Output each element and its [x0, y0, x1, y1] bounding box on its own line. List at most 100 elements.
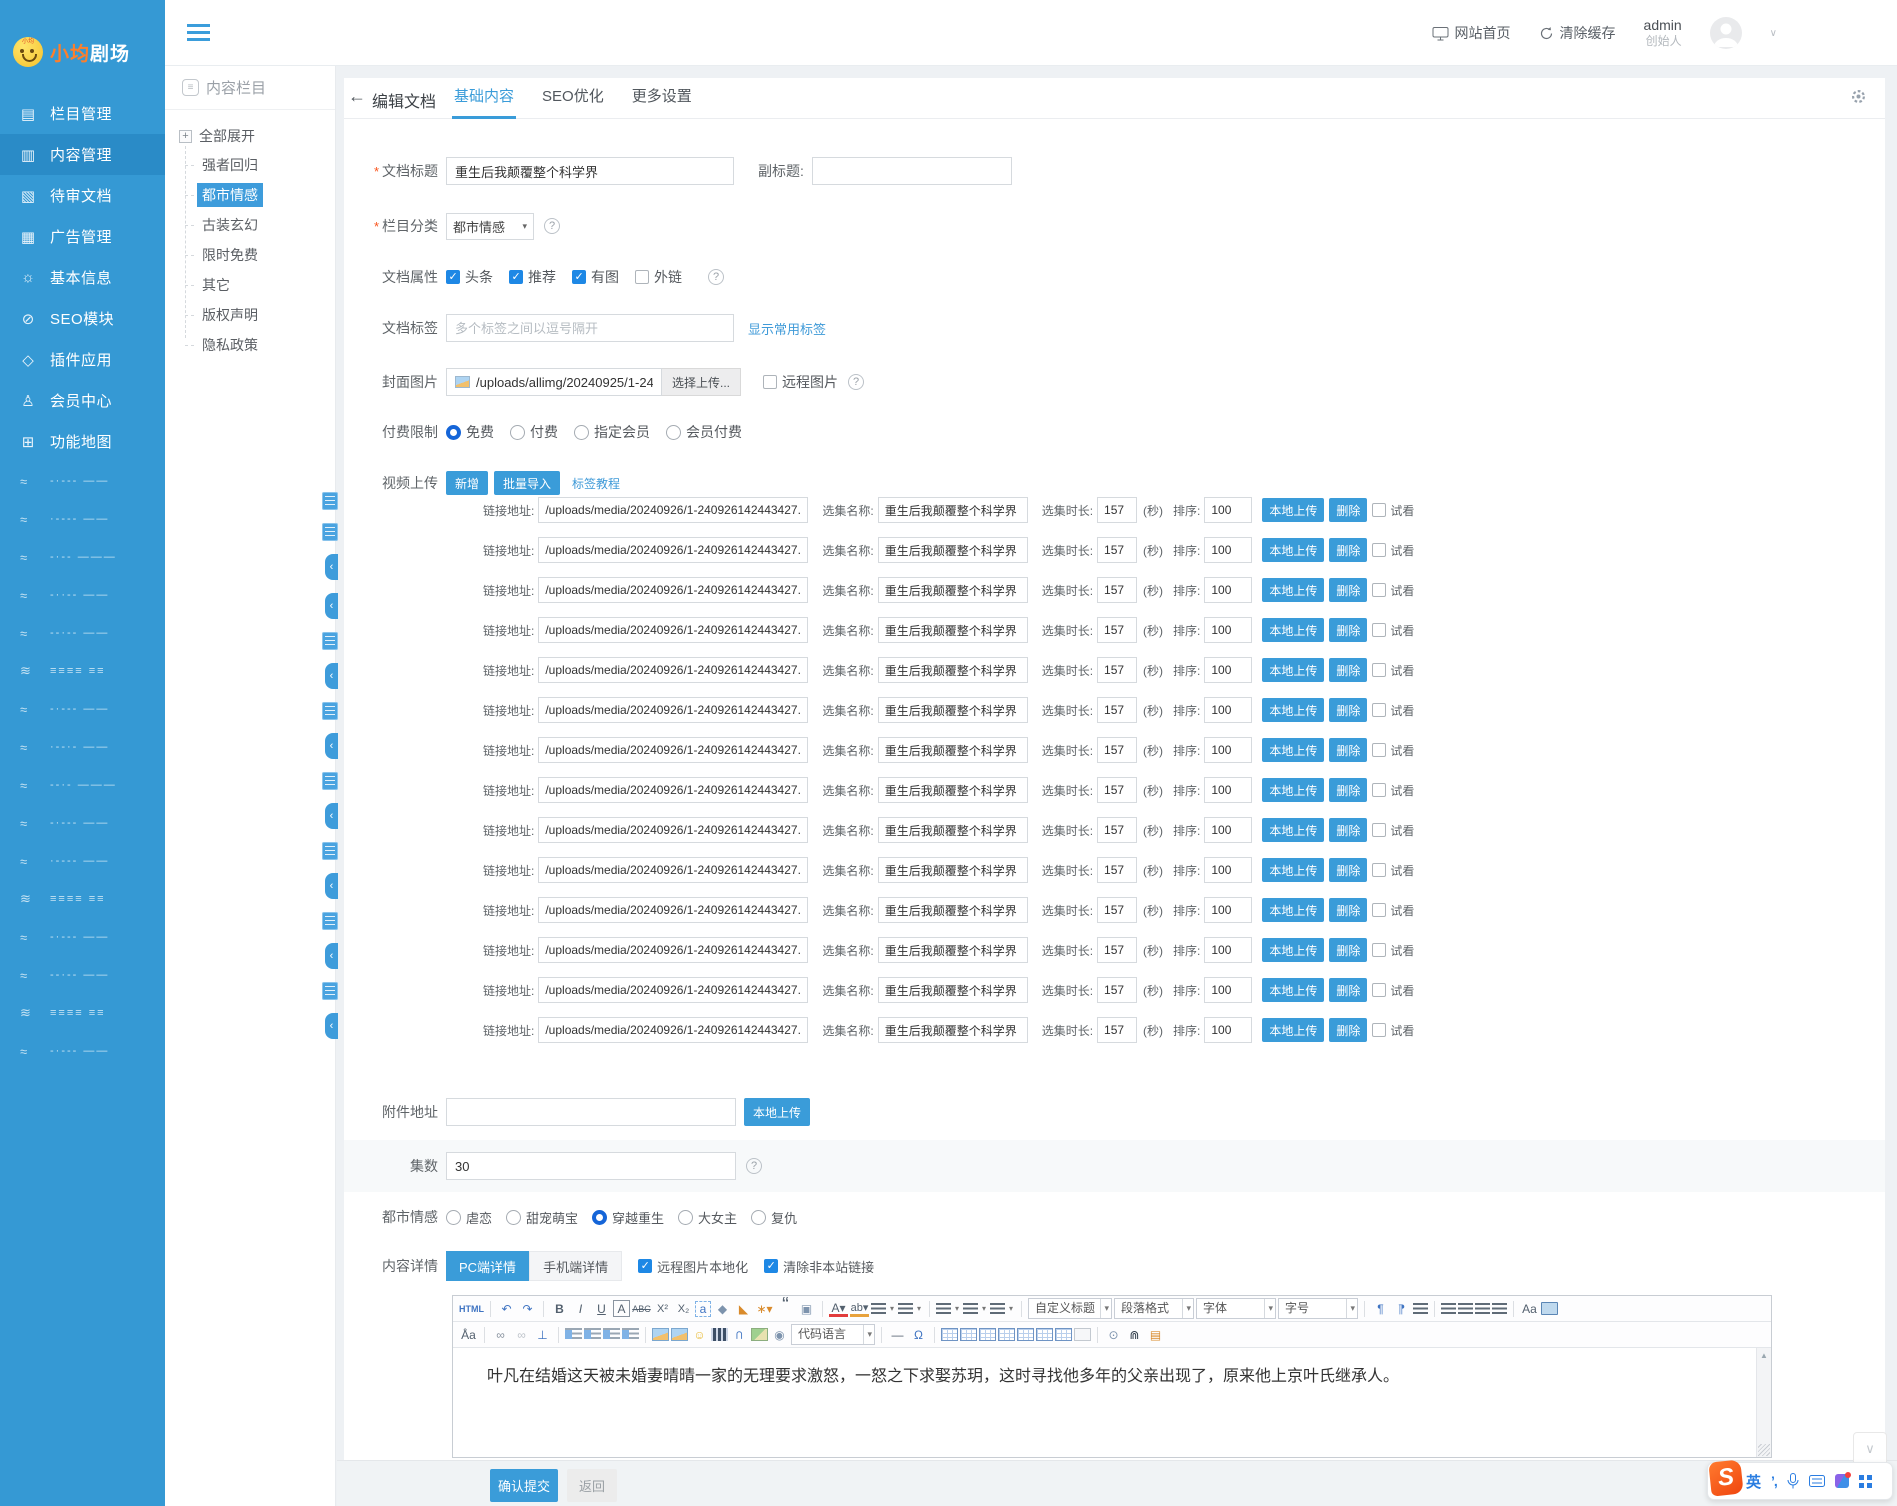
toolbar-button[interactable]: [484, 1327, 485, 1343]
ime-menu-grid-icon[interactable]: [1859, 1475, 1872, 1488]
category-tree-item[interactable]: 版权声明: [185, 300, 335, 330]
delete-button[interactable]: 删除: [1329, 498, 1367, 522]
toolbar-button[interactable]: ABC: [632, 1299, 651, 1319]
pay-radio[interactable]: 指定会员: [574, 422, 650, 442]
detail-tab[interactable]: PC端详情: [446, 1251, 529, 1281]
sort-field[interactable]: 100: [1204, 497, 1252, 523]
delete-button[interactable]: 删除: [1329, 1018, 1367, 1042]
toolbar-button[interactable]: [1055, 1328, 1072, 1341]
user-info[interactable]: admin 创始人: [1644, 17, 1682, 50]
toolbar-button[interactable]: [881, 1327, 882, 1343]
episode-duration-field[interactable]: 157: [1097, 1017, 1137, 1043]
local-upload-button[interactable]: 本地上传: [1262, 778, 1324, 802]
local-upload-button[interactable]: 本地上传: [1262, 658, 1324, 682]
toolbar-button[interactable]: [963, 1303, 978, 1314]
content-tab[interactable]: SEO优化: [528, 78, 618, 119]
sort-field[interactable]: 100: [1204, 697, 1252, 723]
remote-image-checkbox[interactable]: 远程图片: [763, 372, 838, 392]
sidebar-menu-item[interactable]: ▦ 广告管理: [0, 216, 165, 257]
toolbar-button[interactable]: [960, 1328, 977, 1341]
toolbar-button[interactable]: [490, 1301, 491, 1317]
episode-duration-field[interactable]: 157: [1097, 777, 1137, 803]
toolbar-button[interactable]: [1513, 1301, 1514, 1317]
attr-checkbox[interactable]: 头条: [446, 267, 493, 287]
editor-content-area[interactable]: 叶凡在结婚这天被未婚妻晴晴一家的无理要求激怒，一怒之下求娶苏玥，这时寻找他多年的…: [453, 1348, 1771, 1457]
sidebar-menu-item[interactable]: ⊞ 功能地图: [0, 421, 165, 462]
scroll-toggle-button[interactable]: ∨: [1853, 1432, 1887, 1466]
skin-icon[interactable]: [1835, 1474, 1849, 1488]
preview-checkbox[interactable]: [1372, 1023, 1386, 1037]
toolbar-button[interactable]: [584, 1328, 601, 1341]
delete-button[interactable]: 删除: [1329, 738, 1367, 762]
toolbar-button[interactable]: “: [776, 1299, 795, 1319]
toolbar-button[interactable]: [1074, 1328, 1091, 1341]
sidebar-menu-item[interactable]: ⊘ SEO模块: [0, 298, 165, 339]
preview-checkbox[interactable]: [1372, 783, 1386, 797]
collapse-handle-icon[interactable]: [322, 982, 338, 1000]
toolbar-button[interactable]: [822, 1301, 823, 1317]
toolbar-button[interactable]: [898, 1303, 913, 1314]
submit-button[interactable]: 确认提交: [490, 1469, 558, 1502]
toolbar-button[interactable]: [543, 1301, 544, 1317]
genre-radio[interactable]: 大女主: [678, 1208, 737, 1227]
toolbar-button[interactable]: ▤: [1146, 1325, 1165, 1345]
toolbar-button[interactable]: [1441, 1303, 1456, 1314]
toolbar-button[interactable]: [671, 1328, 688, 1341]
genre-radio[interactable]: 穿越重生: [592, 1208, 664, 1227]
sort-field[interactable]: 100: [1204, 617, 1252, 643]
delete-button[interactable]: 删除: [1329, 858, 1367, 882]
attr-checkbox[interactable]: 推荐: [509, 267, 556, 287]
collapse-handle-icon[interactable]: [325, 733, 338, 759]
collapse-handle-icon[interactable]: [322, 912, 338, 930]
preview-checkbox[interactable]: [1372, 863, 1386, 877]
episode-name-field[interactable]: 重生后我颠覆整个科学界: [878, 617, 1028, 643]
local-upload-button[interactable]: 本地上传: [1262, 738, 1324, 762]
local-upload-button[interactable]: 本地上传: [1262, 538, 1324, 562]
toolbar-button[interactable]: [1458, 1303, 1473, 1314]
sidebar-menu-item[interactable]: ▥ 内容管理: [0, 134, 165, 175]
collapse-handle-icon[interactable]: [325, 873, 338, 899]
sidebar-menu-item[interactable]: ☼ 基本信息: [0, 257, 165, 298]
collapse-handle-icon[interactable]: [322, 523, 338, 541]
sort-field[interactable]: 100: [1204, 737, 1252, 763]
video-url-field[interactable]: /uploads/media/20240926/1-24092614244342…: [538, 857, 808, 883]
toolbar-button[interactable]: ∞: [512, 1325, 531, 1345]
video-url-field[interactable]: /uploads/media/20240926/1-24092614244342…: [538, 817, 808, 843]
episode-duration-field[interactable]: 157: [1097, 497, 1137, 523]
toolbar-button[interactable]: X₂: [674, 1299, 693, 1319]
chevron-down-icon[interactable]: ∨: [1770, 28, 1777, 39]
toolbar-button[interactable]: ⊥: [533, 1325, 552, 1345]
toolbar-button[interactable]: X²: [653, 1299, 672, 1319]
local-upload-button[interactable]: 本地上传: [1262, 618, 1324, 642]
collapse-handle-icon[interactable]: [322, 702, 338, 720]
detail-checkbox[interactable]: 远程图片本地化: [638, 1257, 748, 1276]
cover-path-field[interactable]: /uploads/allimg/20240925/1-2409252229: [446, 368, 662, 396]
clear-cache-button[interactable]: 清除缓存: [1539, 23, 1616, 43]
local-upload-button[interactable]: 本地上传: [1262, 698, 1324, 722]
preview-checkbox[interactable]: [1372, 623, 1386, 637]
episode-duration-field[interactable]: 157: [1097, 537, 1137, 563]
toolbar-button[interactable]: A▾: [829, 1301, 848, 1317]
toolbar-button[interactable]: ∞: [491, 1325, 510, 1345]
pay-radio[interactable]: 付费: [510, 422, 558, 442]
episode-duration-field[interactable]: 157: [1097, 697, 1137, 723]
preview-checkbox[interactable]: [1372, 663, 1386, 677]
episode-duration-field[interactable]: 157: [1097, 937, 1137, 963]
attr-checkbox[interactable]: 外链: [635, 267, 682, 287]
preview-checkbox[interactable]: [1372, 503, 1386, 517]
toolbar-button[interactable]: ▾: [1007, 1299, 1015, 1319]
sidebar-menu-item[interactable]: ▧ 待审文档: [0, 175, 165, 216]
sort-field[interactable]: 100: [1204, 537, 1252, 563]
sort-field[interactable]: 100: [1204, 897, 1252, 923]
toolbar-button[interactable]: [652, 1328, 669, 1341]
toolbar-button[interactable]: ↷: [518, 1299, 537, 1319]
toolbar-button[interactable]: [871, 1303, 886, 1314]
pay-radio[interactable]: 免费: [446, 422, 494, 442]
video-url-field[interactable]: /uploads/media/20240926/1-24092614244342…: [538, 577, 808, 603]
local-upload-button[interactable]: 本地上传: [1262, 498, 1324, 522]
toolbar-button[interactable]: ◉: [770, 1325, 789, 1345]
keyboard-icon[interactable]: [1809, 1475, 1825, 1487]
sort-field[interactable]: 100: [1204, 657, 1252, 683]
toolbar-button[interactable]: [1475, 1303, 1490, 1314]
collapse-handle-icon[interactable]: [325, 593, 338, 619]
